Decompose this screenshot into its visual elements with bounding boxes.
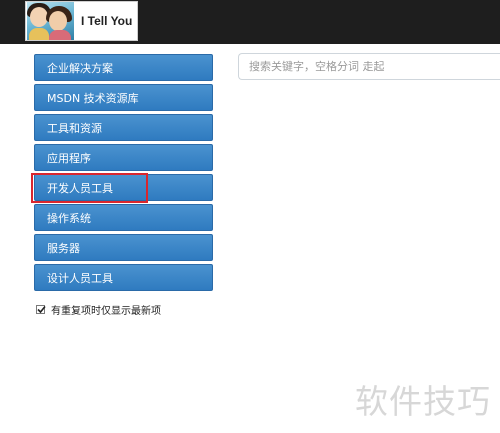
- top-bar: I Tell You: [0, 0, 500, 44]
- menu-item-msdn-library[interactable]: MSDN 技术资源库: [34, 84, 213, 111]
- menu-item-operating-systems[interactable]: 操作系统: [34, 204, 213, 231]
- menu-item-designer-tools[interactable]: 设计人员工具: [34, 264, 213, 291]
- watermark-text: 软件技巧: [355, 382, 491, 421]
- dedupe-option[interactable]: 有重复项时仅显示最新项: [36, 302, 161, 317]
- category-menu: 企业解决方案 MSDN 技术资源库 工具和资源 应用程序 开发人员工具 操作系统…: [34, 54, 213, 294]
- menu-item-applications[interactable]: 应用程序: [34, 144, 213, 171]
- dedupe-label: 有重复项时仅显示最新项: [51, 306, 161, 317]
- logo-image: [27, 2, 74, 40]
- brand-title: I Tell You: [81, 14, 133, 28]
- checkmark-icon: [37, 305, 46, 314]
- menu-item-tools-resources[interactable]: 工具和资源: [34, 114, 213, 141]
- menu-item-developer-tools[interactable]: 开发人员工具: [34, 174, 213, 201]
- site-logo[interactable]: I Tell You: [25, 1, 138, 41]
- menu-item-servers[interactable]: 服务器: [34, 234, 213, 261]
- dedupe-checkbox[interactable]: [36, 305, 46, 314]
- menu-item-enterprise-solutions[interactable]: 企业解决方案: [34, 54, 213, 81]
- search-input[interactable]: [238, 53, 500, 80]
